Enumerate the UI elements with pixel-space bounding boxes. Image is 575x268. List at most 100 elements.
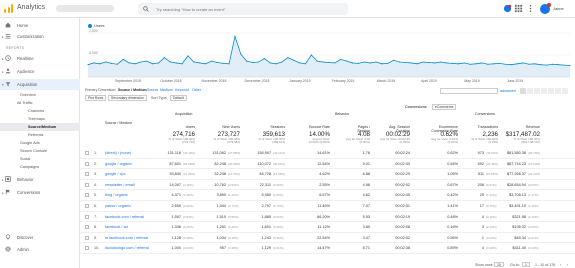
- series-line-users[interactable]: [87, 35, 571, 66]
- data-point[interactable]: [446, 62, 448, 64]
- row-checkbox[interactable]: [85, 151, 89, 155]
- row-checkbox[interactable]: [85, 235, 89, 240]
- data-point[interactable]: [334, 62, 336, 64]
- sidebar-item-audience[interactable]: ▸ Audience: [0, 66, 80, 77]
- notifications-icon[interactable]: [503, 4, 512, 13]
- show-rows-dropdown[interactable]: 10: [494, 262, 504, 267]
- sidebar-sub-overview[interactable]: Overview: [0, 91, 80, 99]
- table-row[interactable]: 2. google / organic 87,601 (29.68%) 82,248 (3…: [80, 159, 575, 170]
- advanced-filter-link[interactable]: advanced: [500, 89, 516, 93]
- source-medium-link[interactable]: duckduckgo.com / referral: [105, 246, 149, 250]
- data-point[interactable]: [87, 64, 89, 66]
- data-point[interactable]: [481, 62, 483, 64]
- data-point[interactable]: [516, 63, 518, 65]
- data-point[interactable]: [569, 65, 571, 67]
- data-point[interactable]: [187, 55, 189, 57]
- data-point[interactable]: [210, 60, 212, 62]
- source-medium-link[interactable]: yahoo / organic: [105, 204, 131, 208]
- data-point[interactable]: [316, 60, 318, 62]
- data-point[interactable]: [522, 62, 524, 64]
- data-point[interactable]: [322, 61, 324, 63]
- data-point[interactable]: [157, 62, 160, 64]
- table-filter-input[interactable]: [440, 88, 498, 94]
- search-bar[interactable]: Try searching "How to create an event": [138, 3, 348, 15]
- data-point[interactable]: [105, 61, 107, 63]
- account-selector[interactable]: [56, 5, 114, 12]
- avatar[interactable]: [540, 3, 551, 14]
- data-point[interactable]: [428, 61, 430, 64]
- data-point[interactable]: [551, 63, 553, 65]
- data-point[interactable]: [110, 62, 113, 64]
- data-point[interactable]: [257, 61, 260, 63]
- data-point[interactable]: [416, 63, 418, 65]
- sidebar-item-customization[interactable]: ▸ Customization: [0, 31, 80, 42]
- primary-dimension-medium[interactable]: Medium: [160, 88, 173, 92]
- data-point[interactable]: [493, 63, 495, 65]
- pager-prev-icon[interactable]: ‹: [560, 263, 561, 267]
- data-point[interactable]: [269, 62, 271, 64]
- data-point[interactable]: [252, 61, 254, 64]
- data-point[interactable]: [299, 62, 301, 64]
- data-point[interactable]: [216, 61, 218, 64]
- table-row[interactable]: 6. yahoo / organic 2,650 (0.90%) 1,944 (0.71%…: [80, 201, 575, 212]
- column-header[interactable]: Users: [165, 125, 195, 129]
- search-input[interactable]: Try searching "How to create an event": [156, 7, 225, 12]
- plot-rows-button[interactable]: Plot Rows: [85, 95, 107, 101]
- data-point[interactable]: [116, 63, 118, 65]
- data-point[interactable]: [134, 63, 136, 65]
- data-point[interactable]: [340, 58, 342, 60]
- pager-next-icon[interactable]: ›: [567, 263, 568, 267]
- source-medium-link[interactable]: m.facebook.com / referral: [105, 236, 148, 240]
- data-point[interactable]: [163, 57, 165, 59]
- row-checkbox[interactable]: [85, 246, 89, 251]
- data-point[interactable]: [222, 62, 224, 64]
- secondary-dimension-dropdown[interactable]: Secondary dimension: [108, 95, 147, 101]
- table-row[interactable]: 4. newsletter / email 14,097 (4.78%) 10,762(…: [80, 180, 575, 191]
- data-point[interactable]: [193, 61, 195, 63]
- row-checkbox[interactable]: [85, 204, 89, 208]
- data-point[interactable]: [287, 57, 289, 59]
- sidebar-item-discover[interactable]: Discover: [0, 232, 80, 243]
- primary-dimension-other[interactable]: Other: [192, 88, 201, 92]
- analytics-logo-icon[interactable]: [4, 4, 13, 13]
- source-medium-link[interactable]: google / cpc: [105, 172, 125, 176]
- source-medium-link[interactable]: facebook / ad: [105, 225, 128, 229]
- data-point[interactable]: [375, 61, 377, 63]
- sidebar-item-acquisition[interactable]: ▾ Acquisition: [0, 79, 80, 90]
- data-point[interactable]: [228, 63, 230, 65]
- data-point[interactable]: [234, 35, 236, 38]
- sidebar-sub-treemaps[interactable]: Treemaps: [0, 115, 80, 123]
- data-point[interactable]: [99, 63, 101, 65]
- conversions-dropdown[interactable]: eCommerce: [432, 104, 457, 110]
- view-toggle-icons[interactable]: [520, 88, 570, 94]
- table-row[interactable]: 5. bing / organic 4,371 (1.48%) 3,890 (1.42%)…: [80, 190, 575, 201]
- column-header[interactable]: Transactions: [470, 125, 498, 129]
- row-checkbox[interactable]: [85, 225, 89, 230]
- data-point[interactable]: [304, 63, 307, 65]
- data-point[interactable]: [152, 63, 154, 65]
- table-row[interactable]: 1. (direct) / (none) 131,116 (44.42%) 131,06…: [80, 148, 575, 159]
- source-medium-link[interactable]: facebook.com / referral: [105, 215, 144, 219]
- data-point[interactable]: [240, 53, 242, 55]
- sidebar-item-realtime[interactable]: ▸ Realtime: [0, 53, 80, 64]
- data-point[interactable]: [434, 62, 436, 64]
- row-checkbox[interactable]: [85, 161, 89, 166]
- table-row[interactable]: 7. facebook.com / referral 1,597 (0.54%) 1,5…: [80, 212, 575, 223]
- data-point[interactable]: [346, 60, 348, 62]
- data-point[interactable]: [545, 64, 548, 66]
- row-checkbox[interactable]: [85, 172, 89, 177]
- column-header[interactable]: Revenue: [507, 125, 540, 129]
- table-row[interactable]: 10. duckduckgo.com / referral 1,000 (0.34%)…: [80, 243, 575, 254]
- data-point[interactable]: [540, 64, 542, 66]
- data-point[interactable]: [205, 63, 207, 65]
- column-header[interactable]: New Users: [208, 125, 240, 129]
- data-point[interactable]: [275, 63, 277, 65]
- data-point[interactable]: [381, 63, 383, 65]
- table-row[interactable]: 9. m.facebook.com / referral 1,128 (0.38%) 1…: [80, 233, 575, 244]
- source-medium-link[interactable]: (direct) / (none): [105, 151, 131, 155]
- apps-grid-icon[interactable]: [514, 4, 523, 13]
- data-point[interactable]: [310, 54, 312, 56]
- data-point[interactable]: [563, 64, 565, 66]
- data-point[interactable]: [422, 61, 424, 63]
- sidebar-sub-social[interactable]: Social: [0, 155, 80, 163]
